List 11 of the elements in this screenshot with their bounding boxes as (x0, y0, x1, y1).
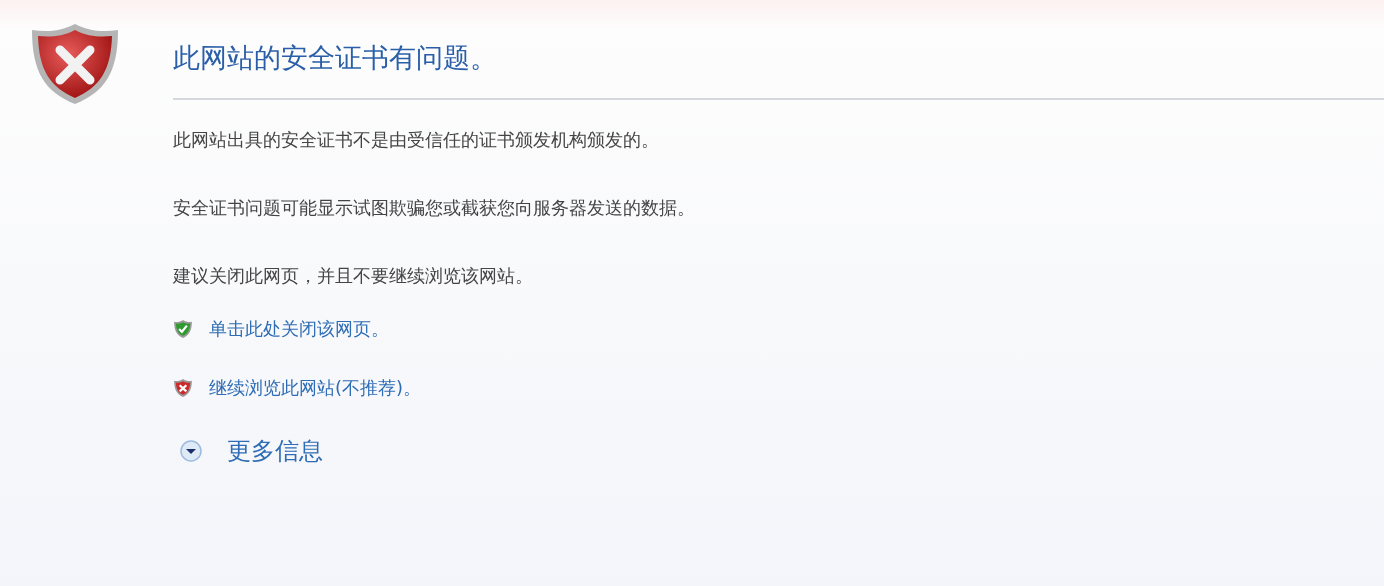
link[interactable]: 单击此处关闭该网页。 (209, 315, 389, 343)
expand-icon[interactable] (179, 439, 203, 464)
message-text: 此网站出具的安全证书不是由受信任的证书颁发机构颁发的。 (173, 128, 660, 153)
link[interactable]: 继续浏览此网站(不推荐)。 (209, 374, 422, 402)
message-text: 安全证书问题可能显示试图欺骗您或截获您向服务器发送的数据。 (173, 196, 696, 221)
more-info-button[interactable]: 更多信息 (227, 433, 323, 470)
check-shield-icon (173, 318, 193, 339)
page-title: 此网站的安全证书有问题。 (173, 42, 498, 75)
error-shield-icon (173, 377, 193, 398)
message-text: 建议关闭此网页，并且不要继续浏览该网站。 (173, 264, 534, 289)
error-shield-icon (30, 22, 120, 106)
